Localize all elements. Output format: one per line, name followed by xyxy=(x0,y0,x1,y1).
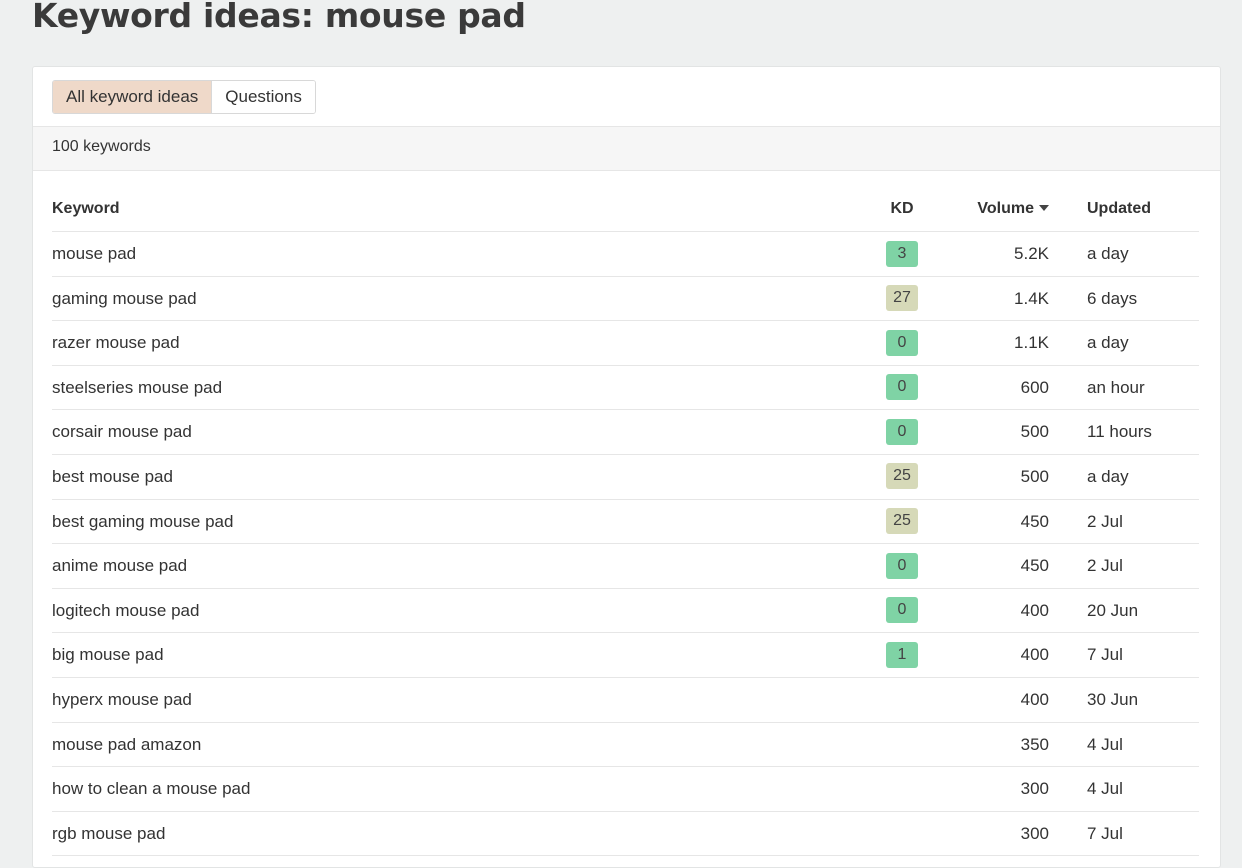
kd-badge: 27 xyxy=(886,285,918,312)
updated-cell: 7 Jul xyxy=(1087,645,1123,665)
updated-cell: 2 Jul xyxy=(1087,556,1123,576)
volume-cell: 500 xyxy=(1020,422,1049,442)
updated-cell: 7 Jul xyxy=(1087,823,1123,843)
keyword-count: 100 keywords xyxy=(52,138,151,155)
kd-badge: 0 xyxy=(886,552,918,579)
updated-cell: an hour xyxy=(1087,377,1145,397)
keyword-cell[interactable]: best gaming mouse pad xyxy=(52,500,233,544)
kd-badge: 0 xyxy=(886,597,918,624)
column-header-volume-label: Volume xyxy=(977,200,1034,217)
table-row: big mouse pad 1 400 7 Jul xyxy=(52,633,1199,678)
tab-questions[interactable]: Questions xyxy=(211,81,315,113)
table-row: mouse pad amazon 350 4 Jul xyxy=(52,723,1199,768)
table-row: best gaming mouse pad 25 450 2 Jul xyxy=(52,500,1199,545)
keyword-cell[interactable]: rgb mouse pad xyxy=(52,812,165,856)
table-row: steelseries mouse pad 0 600 an hour xyxy=(52,366,1199,411)
column-header-volume[interactable]: Volume xyxy=(952,187,1049,231)
updated-cell: a day xyxy=(1087,244,1129,263)
volume-cell: 400 xyxy=(1020,600,1049,620)
volume-cell: 300 xyxy=(1020,823,1049,843)
keyword-cell[interactable]: corsair mouse pad xyxy=(52,410,192,454)
kd-cell: 0 xyxy=(886,410,918,454)
caret-down-icon xyxy=(1039,204,1049,211)
updated-cell: 11 hours xyxy=(1087,422,1152,442)
column-header-updated[interactable]: Updated xyxy=(1087,187,1151,231)
keyword-tabs: All keyword ideas Questions xyxy=(52,80,316,114)
keyword-cell[interactable]: how to clean a mouse pad xyxy=(52,767,250,811)
kd-cell: 0 xyxy=(886,589,918,633)
updated-cell: 6 days xyxy=(1087,288,1138,308)
kd-cell: 1 xyxy=(886,633,918,677)
volume-cell: 500 xyxy=(1020,466,1049,486)
updated-cell: 4 Jul xyxy=(1087,779,1123,799)
table-row: hyperx mouse pad 400 30 Jun xyxy=(52,678,1199,723)
column-header-keyword[interactable]: Keyword xyxy=(52,187,120,231)
updated-cell: 4 Jul xyxy=(1087,734,1123,754)
table-body: mouse pad 3 5.2K a day gaming mouse pad 27 1.4… xyxy=(52,232,1199,857)
keyword-cell[interactable]: anime mouse pad xyxy=(52,544,187,588)
keyword-cell[interactable]: mouse pad xyxy=(52,232,136,276)
keywords-table: Keyword KD Volume Updated mouse pad 3 5.2K… xyxy=(52,187,1199,857)
kd-cell: 25 xyxy=(886,455,918,499)
table-row: how to clean a mouse pad 300 4 Jul xyxy=(52,767,1199,812)
table-row: rgb mouse pad 300 7 Jul xyxy=(52,812,1199,857)
table-row: logitech mouse pad 0 400 20 Jun xyxy=(52,589,1199,634)
volume-cell: 450 xyxy=(1020,556,1049,576)
keyword-ideas-panel: All keyword ideas Questions 100 keywords… xyxy=(32,66,1221,868)
table-row: corsair mouse pad 0 500 11 hours xyxy=(52,410,1199,455)
volume-cell: 400 xyxy=(1020,689,1049,709)
kd-cell: 3 xyxy=(886,232,918,276)
keyword-cell[interactable]: razer mouse pad xyxy=(52,321,180,365)
volume-cell: 5.2K xyxy=(1014,244,1049,263)
tab-all-keyword-ideas[interactable]: All keyword ideas xyxy=(53,81,212,113)
updated-cell: 30 Jun xyxy=(1087,689,1139,709)
kd-badge: 0 xyxy=(886,418,918,445)
updated-cell: 20 Jun xyxy=(1087,600,1139,620)
kd-badge: 3 xyxy=(886,240,918,267)
kd-badge: 0 xyxy=(886,329,918,356)
kd-badge: 25 xyxy=(886,508,918,535)
kd-badge: 1 xyxy=(886,641,918,668)
updated-cell: 2 Jul xyxy=(1087,511,1123,531)
keyword-cell[interactable]: best mouse pad xyxy=(52,455,173,499)
kd-badge: 25 xyxy=(886,463,918,490)
updated-cell: a day xyxy=(1087,333,1129,353)
table-row: anime mouse pad 0 450 2 Jul xyxy=(52,544,1199,589)
results-count-bar: 100 keywords xyxy=(33,126,1220,171)
kd-cell: 0 xyxy=(886,544,918,588)
table-header-row: Keyword KD Volume Updated xyxy=(52,187,1199,232)
table-row: gaming mouse pad 27 1.4K 6 days xyxy=(52,277,1199,322)
keyword-cell[interactable]: big mouse pad xyxy=(52,633,164,677)
volume-cell: 350 xyxy=(1020,734,1049,754)
volume-cell: 300 xyxy=(1020,779,1049,799)
kd-cell: 27 xyxy=(886,277,918,321)
volume-cell: 1.4K xyxy=(1014,288,1049,308)
kd-cell: 0 xyxy=(886,366,918,410)
kd-cell: 25 xyxy=(886,500,918,544)
keyword-cell[interactable]: hyperx mouse pad xyxy=(52,678,192,722)
table-row: mouse pad 3 5.2K a day xyxy=(52,232,1199,277)
keyword-cell[interactable]: gaming mouse pad xyxy=(52,277,197,321)
page-title: Keyword ideas: mouse pad xyxy=(32,0,526,35)
column-header-kd[interactable]: KD xyxy=(886,187,918,231)
volume-cell: 600 xyxy=(1020,377,1049,397)
keyword-cell[interactable]: steelseries mouse pad xyxy=(52,366,222,410)
keyword-cell[interactable]: mouse pad amazon xyxy=(52,723,201,767)
volume-cell: 400 xyxy=(1020,645,1049,665)
keyword-cell[interactable]: logitech mouse pad xyxy=(52,589,199,633)
kd-cell: 0 xyxy=(886,321,918,365)
kd-badge: 0 xyxy=(886,374,918,401)
volume-cell: 1.1K xyxy=(1014,333,1049,353)
updated-cell: a day xyxy=(1087,466,1129,486)
table-row: best mouse pad 25 500 a day xyxy=(52,455,1199,500)
table-row: razer mouse pad 0 1.1K a day xyxy=(52,321,1199,366)
volume-cell: 450 xyxy=(1020,511,1049,531)
